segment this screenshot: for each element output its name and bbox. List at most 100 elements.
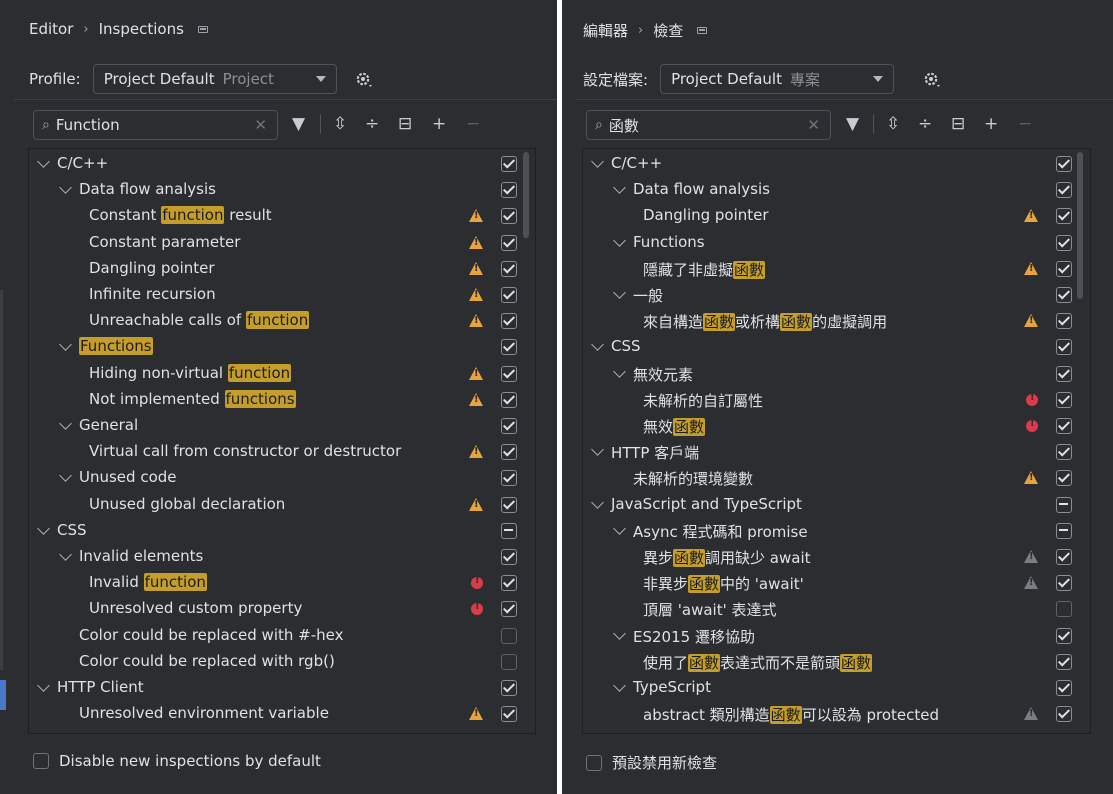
- enable-checkbox[interactable]: [501, 627, 517, 644]
- tree-row[interactable]: JavaScript and TypeScript: [583, 492, 1090, 518]
- disable-new-checkbox[interactable]: [586, 754, 602, 771]
- chevron-down-icon[interactable]: [613, 521, 626, 535]
- enable-checkbox[interactable]: [501, 391, 517, 408]
- tree-row[interactable]: Data flow analysis: [29, 177, 535, 203]
- clear-icon[interactable]: ✕: [807, 116, 820, 134]
- enable-checkbox[interactable]: [1056, 313, 1072, 330]
- tree-scrollbar[interactable]: [523, 152, 529, 238]
- collapse-all-icon[interactable]: ÷: [365, 113, 379, 135]
- enable-checkbox[interactable]: [501, 444, 517, 461]
- gear-icon[interactable]: [923, 70, 941, 88]
- enable-checkbox[interactable]: [1056, 470, 1072, 487]
- chevron-down-icon[interactable]: [591, 338, 604, 352]
- tree-row[interactable]: 頂層 'await' 表達式: [583, 596, 1090, 622]
- tree-row[interactable]: Unused global declaration: [29, 492, 535, 518]
- enable-checkbox[interactable]: [501, 156, 517, 172]
- enable-checkbox[interactable]: [501, 313, 517, 330]
- chevron-down-icon[interactable]: [59, 469, 72, 483]
- profile-select[interactable]: Project Default 專案: [660, 64, 895, 94]
- chevron-down-icon[interactable]: [37, 155, 50, 168]
- chevron-down-icon[interactable]: [59, 548, 72, 561]
- tree-row[interactable]: TypeScript: [583, 675, 1090, 701]
- chevron-down-icon[interactable]: [591, 495, 604, 509]
- tree-row[interactable]: 使用了函數表達式而不是箭頭函數: [583, 649, 1090, 675]
- enable-checkbox[interactable]: [1056, 496, 1072, 513]
- reset-icon[interactable]: ⊟: [398, 113, 412, 135]
- breadcrumb-editor[interactable]: Editor: [29, 20, 73, 38]
- tree-row[interactable]: 未解析的自訂屬性: [583, 387, 1090, 413]
- chevron-down-icon[interactable]: [59, 181, 72, 195]
- enable-checkbox[interactable]: [501, 470, 517, 487]
- enable-checkbox[interactable]: [1056, 391, 1072, 408]
- filter-icon[interactable]: ▼: [846, 113, 859, 135]
- inspections-tree[interactable]: C/C++ Data flow analysis Constant function…: [28, 148, 536, 734]
- window-icon[interactable]: [197, 25, 208, 33]
- tree-row[interactable]: 無效元素: [583, 361, 1090, 387]
- tree-row[interactable]: 未解析的環境變數: [583, 465, 1090, 491]
- chevron-down-icon[interactable]: [37, 679, 50, 692]
- enable-checkbox[interactable]: [1056, 234, 1072, 251]
- tree-row[interactable]: C/C++: [583, 151, 1090, 177]
- enable-checkbox[interactable]: [1056, 260, 1072, 277]
- add-icon[interactable]: +: [984, 113, 998, 135]
- enable-checkbox[interactable]: [1056, 444, 1072, 461]
- profile-select[interactable]: Project Default Project: [92, 64, 337, 94]
- tree-row[interactable]: Data flow analysis: [583, 177, 1090, 203]
- enable-checkbox[interactable]: [1056, 156, 1072, 172]
- enable-checkbox[interactable]: [501, 234, 517, 251]
- collapse-all-icon[interactable]: ÷: [918, 113, 932, 135]
- enable-checkbox[interactable]: [501, 418, 517, 434]
- tree-row[interactable]: Async 程式碼和 promise: [583, 518, 1090, 544]
- expand-all-icon[interactable]: ⇳: [886, 113, 900, 135]
- tree-row[interactable]: CSS: [29, 518, 535, 544]
- reset-icon[interactable]: ⊟: [951, 113, 965, 135]
- enable-checkbox[interactable]: [1056, 365, 1072, 382]
- chevron-down-icon[interactable]: [613, 626, 626, 640]
- enable-checkbox[interactable]: [1056, 339, 1072, 356]
- enable-checkbox[interactable]: [501, 575, 517, 592]
- enable-checkbox[interactable]: [501, 339, 517, 356]
- enable-checkbox[interactable]: [501, 182, 517, 199]
- add-icon[interactable]: +: [432, 113, 446, 135]
- enable-checkbox[interactable]: [1056, 627, 1072, 644]
- tree-row[interactable]: HTTP Client: [29, 675, 535, 701]
- tree-row[interactable]: Invalid function: [29, 570, 535, 596]
- window-icon[interactable]: [697, 27, 708, 34]
- enable-checkbox[interactable]: [501, 365, 517, 382]
- tree-row[interactable]: 非異步函數中的 'await': [583, 570, 1090, 596]
- tree-row[interactable]: 來自構造函數或析構函數的虛擬調用: [583, 308, 1090, 334]
- enable-checkbox[interactable]: [1056, 706, 1072, 723]
- tree-row[interactable]: Infinite recursion: [29, 282, 535, 308]
- chevron-down-icon[interactable]: [613, 679, 626, 692]
- chevron-down-icon[interactable]: [59, 417, 72, 430]
- tree-row[interactable]: ES2015 遷移協助: [583, 623, 1090, 649]
- tree-row[interactable]: 隱藏了非虛擬函數: [583, 256, 1090, 282]
- tree-row[interactable]: HTTP 客戶端: [583, 439, 1090, 465]
- chevron-down-icon[interactable]: [613, 286, 626, 299]
- enable-checkbox[interactable]: [1056, 287, 1072, 303]
- clear-icon[interactable]: ✕: [254, 116, 267, 134]
- enable-checkbox[interactable]: [501, 522, 517, 539]
- tree-row[interactable]: Functions: [29, 334, 535, 360]
- chevron-down-icon[interactable]: [613, 364, 626, 378]
- search-input[interactable]: ⌕ 函數 ✕: [586, 110, 831, 140]
- tree-row[interactable]: Unresolved custom property: [29, 596, 535, 622]
- enable-checkbox[interactable]: [501, 601, 517, 618]
- chevron-down-icon[interactable]: [613, 181, 626, 195]
- tree-row[interactable]: Functions: [583, 230, 1090, 256]
- search-input[interactable]: ⌕ Function ✕: [33, 110, 278, 140]
- tree-row[interactable]: Virtual call from constructor or destruc…: [29, 439, 535, 465]
- enable-checkbox[interactable]: [501, 680, 517, 696]
- chevron-down-icon[interactable]: [613, 233, 626, 247]
- tree-row[interactable]: CSS: [583, 334, 1090, 360]
- enable-checkbox[interactable]: [501, 706, 517, 723]
- disable-new-checkbox[interactable]: [33, 753, 49, 769]
- filter-icon[interactable]: ▼: [292, 113, 305, 135]
- enable-checkbox[interactable]: [1056, 680, 1072, 696]
- enable-checkbox[interactable]: [1056, 601, 1072, 618]
- tree-row[interactable]: General: [29, 413, 535, 439]
- enable-checkbox[interactable]: [1056, 418, 1072, 434]
- expand-all-icon[interactable]: ⇳: [333, 113, 347, 135]
- tree-row[interactable]: Invalid elements: [29, 544, 535, 570]
- enable-checkbox[interactable]: [1056, 522, 1072, 539]
